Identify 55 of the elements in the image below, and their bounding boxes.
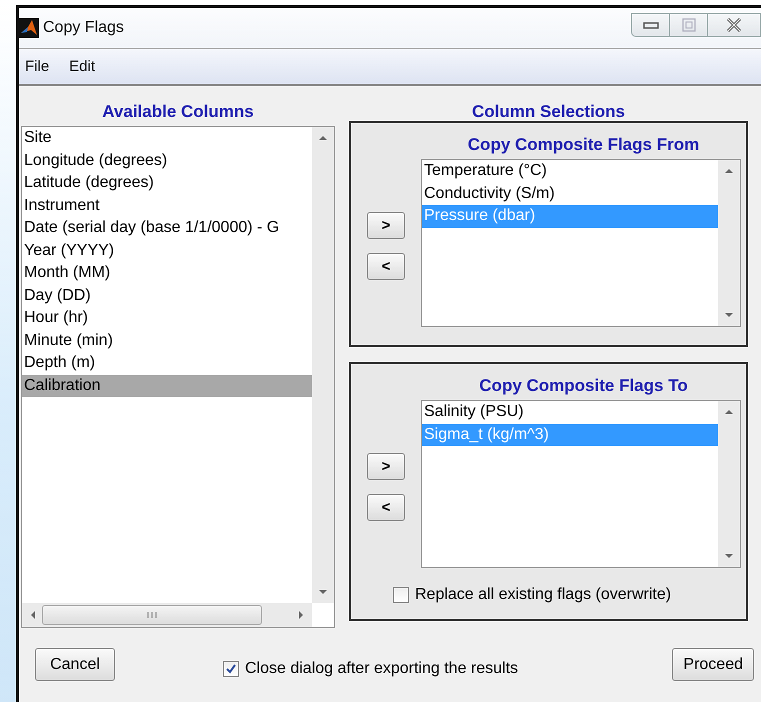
list-item[interactable]: Site: [22, 127, 312, 150]
scroll-up-icon: [724, 168, 734, 174]
list-item[interactable]: Calibration: [22, 374, 312, 397]
list-item[interactable]: Date (serial day (base 1/1/0000) - G: [22, 217, 312, 240]
menu-item[interactable]: Edit: [69, 58, 96, 75]
list-item[interactable]: Month (MM): [22, 262, 312, 284]
list-item[interactable]: Instrument: [22, 194, 312, 217]
panel-heading: Copy Composite Flags To: [478, 376, 689, 397]
app-icon: [19, 18, 39, 38]
scrollbar[interactable]: [718, 401, 740, 567]
grip-icon: [146, 611, 158, 619]
panel-heading: Copy Composite Flags From: [466, 135, 700, 156]
checkbox[interactable]: [223, 660, 239, 676]
add-button[interactable]: >: [367, 212, 405, 239]
list-item[interactable]: Conductivity (S/m): [422, 182, 718, 205]
section-heading: Available Columns: [101, 102, 255, 123]
close-button[interactable]: [707, 13, 761, 37]
scrollbar[interactable]: [718, 160, 740, 326]
scroll-down-icon: [724, 312, 734, 318]
scroll-right-icon: [298, 610, 304, 620]
checkbox[interactable]: [393, 587, 409, 603]
add-button[interactable]: >: [367, 453, 405, 480]
list-item[interactable]: Year (YYYY): [22, 240, 312, 262]
list-item[interactable]: Salinity (PSU): [422, 401, 718, 424]
horizontal-scrollbar[interactable]: [22, 603, 312, 627]
scroll-thumb[interactable]: [42, 605, 262, 625]
minimize-icon: [642, 21, 658, 29]
list-box[interactable]: Site Longitude (degrees) Latitude (degrees) Instrument Date (serial day (base 1/1/0000) - G Year (YYYY) Month (MM) Day (DD) Hour (hr) Minute (min) Depth (m) Calibration: [21, 126, 335, 628]
scroll-up-icon: [318, 135, 328, 141]
scrollbar[interactable]: [312, 127, 334, 603]
remove-button[interactable]: <: [367, 494, 405, 521]
list-item[interactable]: Longitude (degrees): [22, 150, 312, 172]
scroll-left-icon: [30, 610, 36, 620]
list-box[interactable]: Salinity (PSU) Sigma_t (kg/m^3): [421, 400, 741, 568]
checkbox-label: Replace all existing flags (overwrite): [415, 586, 672, 604]
checkbox-label: Close dialog after exporting the results: [245, 660, 518, 678]
scroll-up-icon: [724, 409, 734, 415]
close-icon: [726, 18, 742, 32]
minimize-button[interactable]: [631, 13, 669, 37]
remove-button[interactable]: <: [367, 253, 405, 280]
window-title: Copy Flags: [43, 19, 124, 37]
list-item[interactable]: Minute (min): [22, 330, 312, 352]
list-box[interactable]: Temperature (°C) Conductivity (S/m) Pressure (dbar): [421, 159, 741, 327]
cancel-button[interactable]: Cancel: [35, 648, 115, 681]
scroll-down-icon: [318, 589, 328, 595]
proceed-button[interactable]: Proceed: [672, 648, 754, 681]
section-heading: Column Selections: [470, 102, 626, 123]
list-item[interactable]: Hour (hr): [22, 307, 312, 330]
list-item[interactable]: Temperature (°C): [422, 160, 718, 182]
list-item[interactable]: Depth (m): [22, 352, 312, 374]
maximize-icon: [682, 18, 696, 32]
list-item[interactable]: Latitude (degrees): [22, 172, 312, 194]
menu-item[interactable]: File: [25, 58, 50, 75]
list-item[interactable]: Day (DD): [22, 284, 312, 307]
scroll-down-icon: [724, 553, 734, 559]
